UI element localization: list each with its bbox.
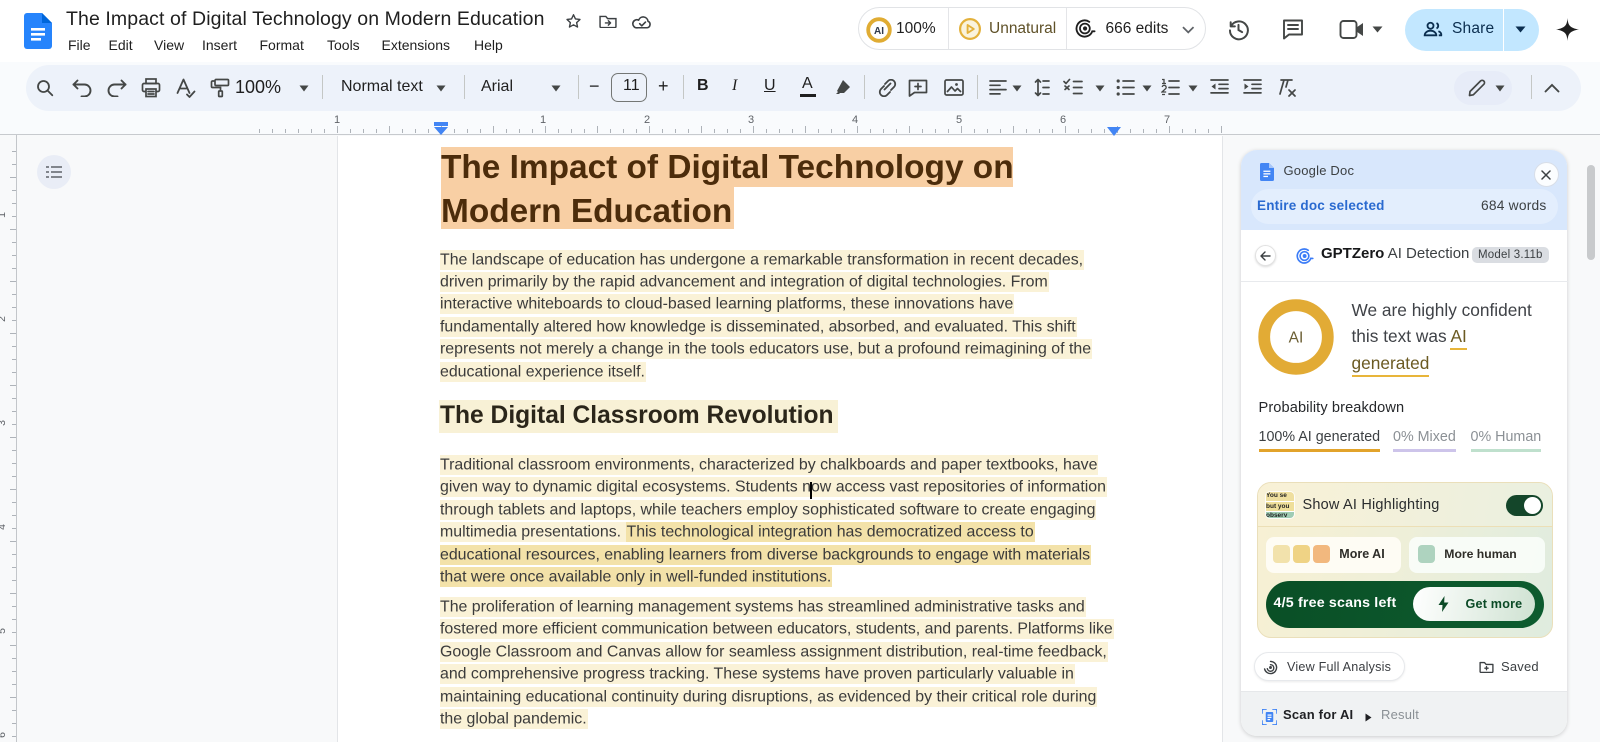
- svg-text:AI: AI: [1289, 329, 1304, 346]
- svg-text:AI: AI: [874, 26, 884, 37]
